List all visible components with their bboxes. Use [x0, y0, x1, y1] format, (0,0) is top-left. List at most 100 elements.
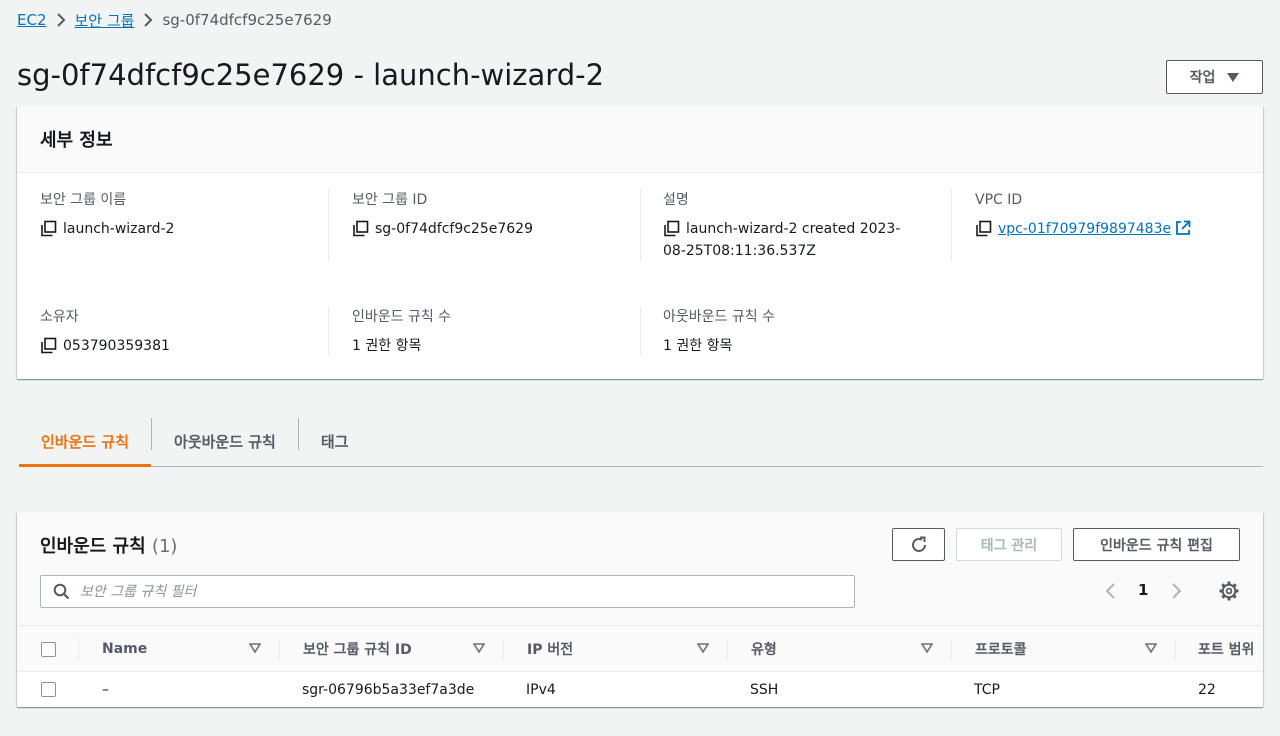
field-label: 아웃바운드 규칙 수 [663, 309, 775, 325]
column-header-port-range[interactable]: 포트 범위 [1198, 626, 1263, 672]
field-owner: 소유자 053790359381 [40, 307, 330, 357]
search-icon [53, 583, 70, 600]
field-label: 인바운드 규칙 수 [352, 309, 452, 325]
field-vpc-id: VPC ID vpc-01f70979f9897483e [975, 190, 1265, 240]
field-label: 보안 그룹 ID [352, 192, 428, 208]
divider [640, 306, 641, 356]
tab-outbound-rules[interactable]: 아웃바운드 규칙 [152, 417, 298, 466]
sg-id-value: sg-0f74dfcf9c25e7629 [375, 221, 533, 237]
divider [328, 188, 329, 262]
cell-name: – [102, 681, 109, 698]
field-label: 보안 그룹 이름 [40, 192, 127, 208]
column-header-label: 포트 범위 [1198, 642, 1255, 658]
breadcrumb-security-groups-link[interactable]: 보안 그룹 [75, 10, 135, 31]
details-header: 세부 정보 [17, 106, 1263, 173]
field-value-row: sg-0f74dfcf9c25e7629 [352, 218, 642, 240]
select-all-checkbox[interactable] [41, 642, 56, 657]
outbound-count-value: 1 권한 항목 [663, 338, 733, 354]
inbound-count-value: 1 권한 항목 [352, 338, 422, 354]
column-header-label: Name [102, 641, 148, 657]
column-divider [78, 638, 79, 660]
chevron-right-icon [134, 13, 162, 27]
external-link-icon[interactable] [1175, 220, 1191, 236]
copy-icon[interactable] [40, 337, 57, 354]
owner-value: 053790359381 [63, 338, 170, 354]
sort-icon [697, 643, 709, 653]
rule-filter-field[interactable] [40, 575, 855, 608]
inbound-rules-count: (1) [151, 536, 178, 557]
tab-inbound-rules[interactable]: 인바운드 규칙 [19, 417, 152, 467]
sort-icon [249, 643, 261, 653]
copy-icon[interactable] [40, 220, 57, 237]
refresh-button[interactable] [892, 528, 945, 561]
settings-gear-icon[interactable] [1219, 581, 1239, 601]
cell-ip-version: IPv4 [526, 681, 556, 698]
column-header-label: 보안 그룹 규칙 ID [303, 642, 412, 658]
field-label: VPC ID [975, 192, 1023, 208]
field-value-row: launch-wizard-2 [40, 218, 330, 240]
copy-icon[interactable] [352, 220, 369, 237]
chevron-right-icon [47, 13, 75, 27]
copy-icon[interactable] [975, 220, 992, 237]
chevron-right-icon[interactable] [1171, 582, 1183, 600]
actions-button-label: 작업 [1189, 70, 1216, 86]
inbound-rules-title: 인바운드 규칙 (1) [40, 532, 177, 558]
breadcrumb-ec2-link[interactable]: EC2 [17, 11, 47, 29]
chevron-left-icon[interactable] [1104, 582, 1116, 600]
cell-rule-id: sgr-06796b5a33ef7a3de [302, 681, 475, 698]
actions-button[interactable]: 작업 [1166, 60, 1263, 94]
cell-type: SSH [750, 681, 779, 698]
field-value-row: launch-wizard-2 created 2023-08-25T08:11… [663, 218, 953, 262]
field-sg-name: 보안 그룹 이름 launch-wizard-2 [40, 190, 330, 240]
column-header-label: 프로토콜 [975, 642, 1027, 658]
field-outbound-count: 아웃바운드 규칙 수 1 권한 항목 [663, 307, 953, 357]
description-value: launch-wizard-2 created 2023-08-25T08:11… [663, 221, 901, 259]
breadcrumb: EC2 보안 그룹 sg-0f74dfcf9c25e7629 [17, 9, 332, 31]
field-value-row: 1 권한 항목 [663, 335, 953, 357]
manage-tags-button[interactable]: 태그 관리 [956, 528, 1062, 561]
column-header-type[interactable]: 유형 [751, 626, 951, 672]
vpc-id-link[interactable]: vpc-01f70979f9897483e [998, 221, 1171, 237]
field-label: 소유자 [40, 309, 79, 325]
sort-icon [921, 643, 933, 653]
inbound-rules-panel: 인바운드 규칙 (1) 태그 관리 인바운드 규칙 편집 1 [17, 512, 1263, 707]
column-divider [951, 638, 952, 660]
inbound-rules-header: 인바운드 규칙 (1) 태그 관리 인바운드 규칙 편집 1 [17, 512, 1263, 625]
refresh-icon [911, 536, 926, 552]
sort-icon [1145, 643, 1157, 653]
sg-name-value: launch-wizard-2 [63, 221, 175, 237]
page: EC2 보안 그룹 sg-0f74dfcf9c25e7629 sg-0f74df… [0, 0, 1280, 736]
caret-down-icon [1227, 72, 1240, 82]
inbound-rules-title-text: 인바운드 규칙 [40, 536, 146, 557]
column-divider [279, 638, 280, 660]
breadcrumb-current: sg-0f74dfcf9c25e7629 [162, 11, 332, 29]
table-row[interactable]: – sgr-06796b5a33ef7a3de IPv4 SSH TCP 22 [17, 672, 1263, 707]
column-header-name[interactable]: Name [102, 626, 279, 672]
edit-inbound-rules-button[interactable]: 인바운드 규칙 편집 [1073, 528, 1240, 561]
details-title: 세부 정보 [40, 130, 113, 151]
column-header-ip-version[interactable]: IP 버전 [527, 626, 727, 672]
column-divider [503, 638, 504, 660]
field-inbound-count: 인바운드 규칙 수 1 권한 항목 [352, 307, 642, 357]
field-label: 설명 [663, 192, 689, 208]
cell-protocol: TCP [974, 681, 1000, 698]
cell-port-range: 22 [1198, 681, 1216, 698]
column-header-label: 유형 [751, 642, 777, 658]
page-number[interactable]: 1 [1138, 581, 1148, 599]
field-value-row: vpc-01f70979f9897483e [975, 218, 1265, 240]
page-title: sg-0f74dfcf9c25e7629 - launch-wizard-2 [17, 58, 605, 92]
field-value-row: 1 권한 항목 [352, 335, 642, 357]
column-header-label: IP 버전 [527, 642, 574, 658]
column-divider [1175, 638, 1176, 660]
tab-tags[interactable]: 태그 [299, 417, 371, 466]
field-sg-id: 보안 그룹 ID sg-0f74dfcf9c25e7629 [352, 190, 642, 240]
rule-filter-input[interactable] [80, 576, 854, 607]
divider [951, 188, 952, 262]
details-panel: 세부 정보 보안 그룹 이름 launch-wizard-2 보안 그룹 ID … [17, 106, 1263, 379]
column-divider [727, 638, 728, 660]
sort-icon [473, 643, 485, 653]
column-header-rule-id[interactable]: 보안 그룹 규칙 ID [303, 626, 503, 672]
row-checkbox[interactable] [41, 682, 56, 697]
field-value-row: 053790359381 [40, 335, 330, 357]
column-header-protocol[interactable]: 프로토콜 [975, 626, 1175, 672]
